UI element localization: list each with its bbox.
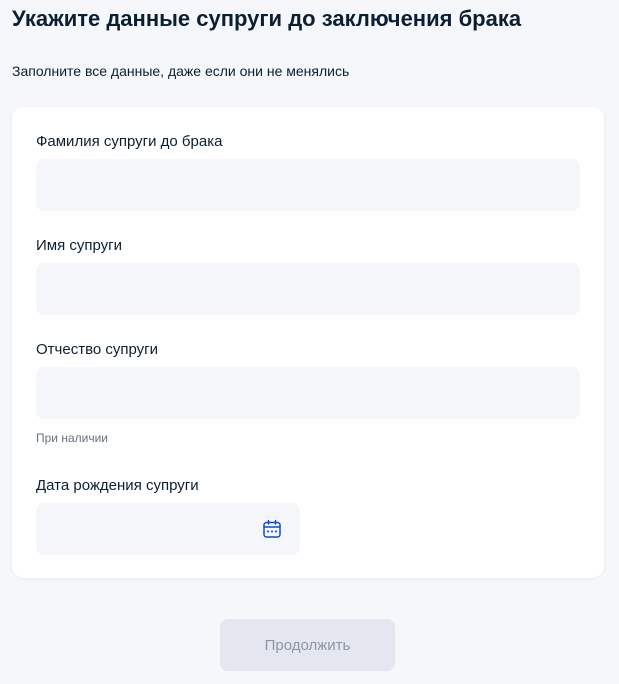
- birth-date-label: Дата рождения супруги: [36, 477, 199, 494]
- birth-date-field: [36, 503, 300, 555]
- calendar-icon[interactable]: [262, 519, 282, 539]
- patronymic-input[interactable]: [36, 367, 580, 419]
- first-name-input[interactable]: [36, 263, 580, 315]
- page-title: Укажите данные супруги до заключения бра…: [12, 6, 522, 31]
- patronymic-label: Отчество супруги: [36, 341, 159, 358]
- maiden-surname-label: Фамилия супруги до брака: [36, 133, 223, 150]
- form-card: Фамилия супруги до брака Имя супруги Отч…: [12, 107, 604, 578]
- page-subtitle: Заполните все данные, даже если они не м…: [12, 63, 350, 79]
- continue-button[interactable]: Продолжить: [220, 619, 395, 671]
- maiden-surname-input[interactable]: [36, 159, 580, 211]
- first-name-label: Имя супруги: [36, 237, 123, 254]
- birth-date-input[interactable]: [36, 503, 300, 555]
- patronymic-hint: При наличии: [36, 431, 108, 445]
